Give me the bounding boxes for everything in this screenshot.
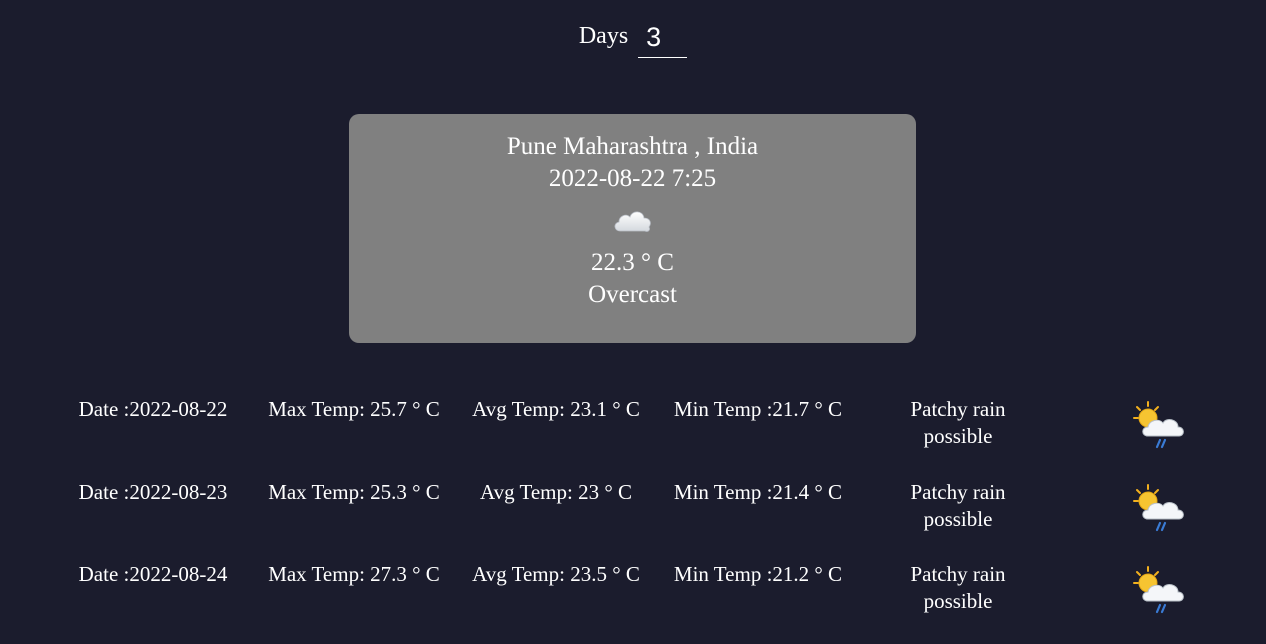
datetime-text: 2022-08-22 7:25: [548, 165, 717, 192]
current-temperature: 22.3 ° C: [591, 249, 674, 276]
forecast-avg-temp: Avg Temp: 23.1 ° C: [472, 397, 640, 421]
patchy-rain-icon: [1130, 483, 1194, 542]
forecast-avg-temp: Avg Temp: 23.5 ° C: [472, 562, 640, 586]
forecast-date: Date :2022-08-23: [78, 479, 228, 504]
forecast-row: Date :2022-08-22 Max Temp: 25.7 ° C Avg …: [0, 396, 1266, 479]
forecast-min-temp: Min Temp :21.4 ° C: [673, 479, 843, 504]
forecast-date: Date :2022-08-24: [78, 562, 228, 586]
forecast-max-temp: Max Temp: 27.3 ° C: [268, 562, 440, 586]
forecast-max-temp: Max Temp: 25.7 ° C: [268, 397, 440, 421]
forecast-min-temp: Min Temp :21.2 ° C: [673, 562, 843, 586]
forecast-condition: Patchy rain possible: [910, 397, 1006, 448]
days-selector: Days: [0, 18, 1266, 62]
days-label: Days: [578, 23, 629, 49]
days-input[interactable]: [638, 18, 688, 58]
forecast-list: Date :2022-08-22 Max Temp: 25.7 ° C Avg …: [0, 396, 1266, 644]
forecast-max-temp: Max Temp: 25.3 ° C: [268, 479, 440, 504]
forecast-row: Date :2022-08-23 Max Temp: 25.3 ° C Avg …: [0, 479, 1266, 562]
location-text: Pune Maharashtra , India: [506, 133, 759, 160]
forecast-condition: Patchy rain possible: [910, 562, 1006, 613]
forecast-avg-temp: Avg Temp: 23 ° C: [480, 479, 632, 504]
patchy-rain-icon: [1130, 565, 1194, 624]
forecast-row: Date :2022-08-24 Max Temp: 27.3 ° C Avg …: [0, 561, 1266, 644]
forecast-min-temp: Min Temp :21.7 ° C: [673, 397, 843, 421]
forecast-date: Date :2022-08-22: [78, 397, 228, 421]
current-condition: Overcast: [588, 281, 677, 308]
cloud-icon: [614, 211, 651, 232]
forecast-condition: Patchy rain possible: [910, 479, 1006, 531]
patchy-rain-icon: [1130, 400, 1194, 459]
current-weather-card: Pune Maharashtra , India 2022-08-22 7:25…: [349, 114, 916, 343]
